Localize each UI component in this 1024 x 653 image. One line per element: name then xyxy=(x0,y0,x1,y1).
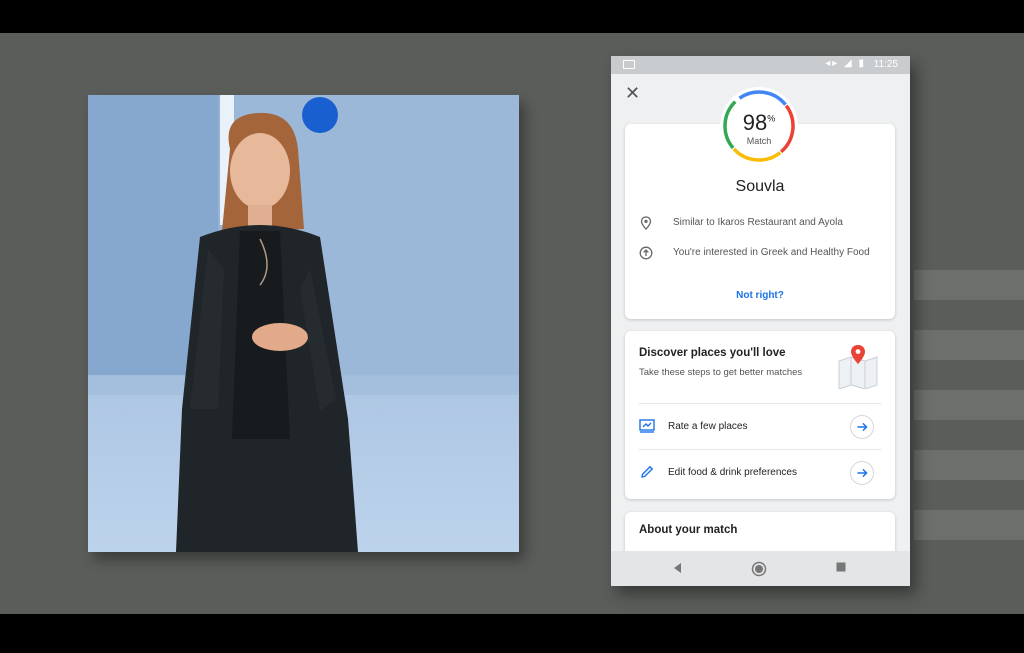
presenter-video xyxy=(88,95,519,552)
pencil-icon xyxy=(641,465,654,478)
map-illustration-icon xyxy=(838,345,878,389)
recent-apps-icon[interactable] xyxy=(835,561,847,573)
reason-row: You're interested in Greek and Healthy F… xyxy=(639,246,889,274)
match-number: 98 xyxy=(742,110,768,135)
decor-stripe xyxy=(914,330,1024,360)
phone-screen: ◂▸ ◢ ▮ 11:25 ✕ Souvla Similar to Ikaros … xyxy=(611,56,910,586)
discover-card: Discover places you'll love Take these s… xyxy=(625,331,895,499)
location-pin-icon xyxy=(640,216,652,230)
about-title: About your match xyxy=(639,524,738,536)
home-icon[interactable] xyxy=(751,561,767,577)
arrow-right-icon[interactable] xyxy=(850,461,874,485)
presentation-stage: ◂▸ ◢ ▮ 11:25 ✕ Souvla Similar to Ikaros … xyxy=(0,33,1024,614)
match-percentage: 98% xyxy=(719,110,799,136)
presenter-figure xyxy=(176,112,358,552)
decor-stripe xyxy=(914,390,1024,420)
edit-preferences-row[interactable]: Edit food & drink preferences xyxy=(625,451,895,493)
not-right-link[interactable]: Not right? xyxy=(625,290,895,301)
rate-icon xyxy=(639,419,655,433)
status-time: 11:25 xyxy=(873,59,898,70)
android-nav-bar xyxy=(611,551,910,586)
discover-title: Discover places you'll love xyxy=(639,347,786,359)
close-icon[interactable]: ✕ xyxy=(625,84,640,102)
decor-stripe xyxy=(914,270,1024,300)
decor-stripe xyxy=(914,450,1024,480)
match-label: Match xyxy=(746,136,772,146)
divider xyxy=(639,403,881,404)
arrow-right-icon[interactable] xyxy=(850,415,874,439)
reason-row: Similar to Ikaros Restaurant and Ayola xyxy=(639,216,889,232)
rate-places-row[interactable]: Rate a few places xyxy=(625,405,895,447)
status-bar: ◂▸ ◢ ▮ 11:25 xyxy=(611,56,910,74)
edit-preferences-label: Edit food & drink preferences xyxy=(668,467,797,478)
reason-text: You're interested in Greek and Healthy F… xyxy=(673,247,870,258)
notification-icon xyxy=(623,60,635,69)
match-unit: % xyxy=(767,113,776,124)
discover-subtitle: Take these steps to get better matches xyxy=(639,367,803,378)
place-name: Souvla xyxy=(735,178,785,195)
letterbox-bottom xyxy=(0,614,1024,653)
arrow-up-circle-icon xyxy=(639,246,653,260)
divider xyxy=(639,449,881,450)
reason-text: Similar to Ikaros Restaurant and Ayola xyxy=(673,217,843,228)
status-icons: ◂▸ ◢ ▮ xyxy=(825,58,866,69)
back-icon[interactable] xyxy=(671,561,683,575)
rate-places-label: Rate a few places xyxy=(668,421,748,432)
decor-stripe xyxy=(914,510,1024,540)
letterbox-top xyxy=(0,0,1024,33)
